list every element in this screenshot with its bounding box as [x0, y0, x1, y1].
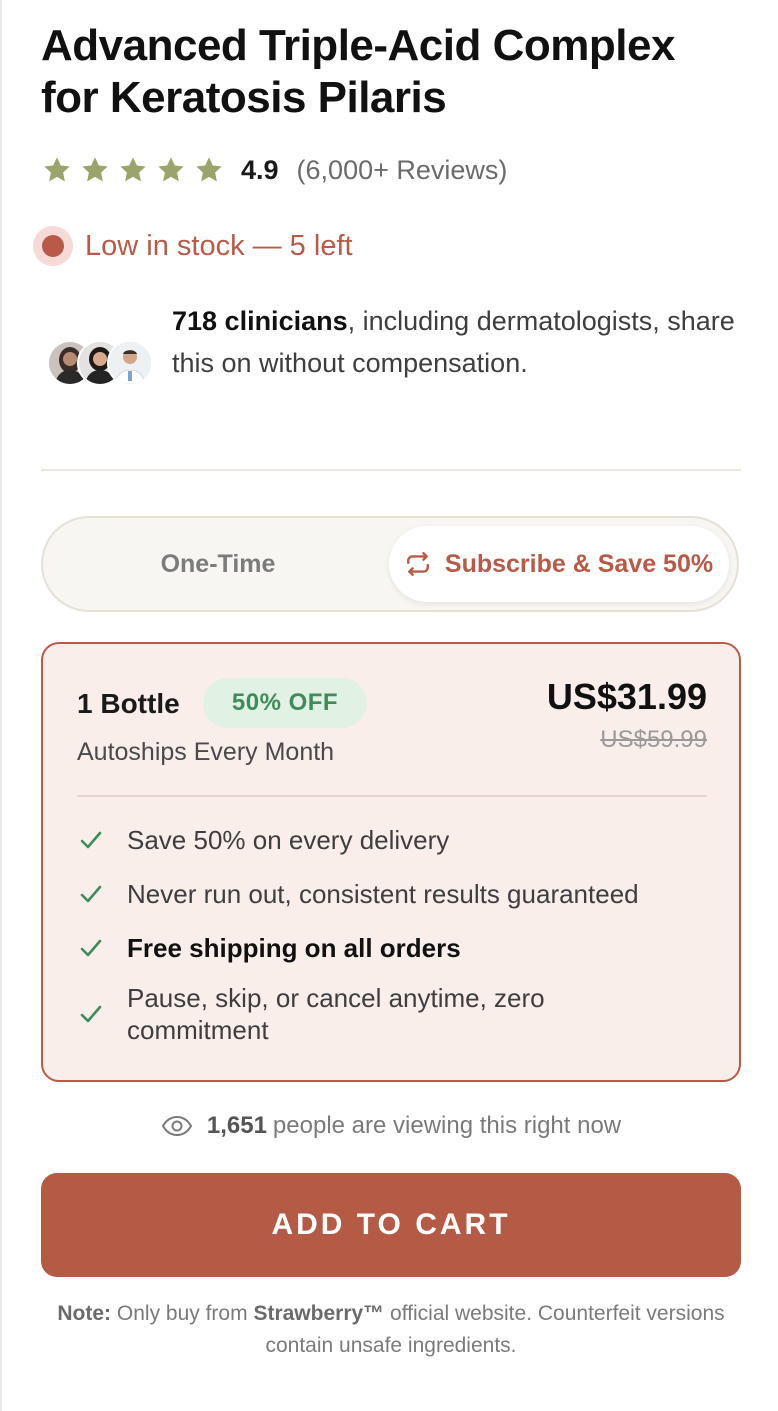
check-icon	[80, 939, 102, 957]
benefit-item: Never run out, consistent results guaran…	[77, 878, 717, 910]
repeat-icon	[406, 551, 429, 577]
star-icon	[82, 157, 108, 182]
counterfeit-note: Note: Only buy from Strawberry™ official…	[41, 1298, 741, 1362]
subscription-plan-card[interactable]: 1 Bottle 50% OFF Autoships Every Month U…	[41, 642, 741, 1082]
benefit-text: Pause, skip, or cancel anytime, zero com…	[127, 983, 545, 1045]
star-icon	[44, 157, 70, 182]
stock-dot-icon	[33, 226, 73, 266]
benefit-item: Pause, skip, or cancel anytime, zero com…	[77, 982, 647, 1046]
rating-row[interactable]: 4.9 (6,000+ Reviews)	[41, 152, 507, 188]
purchase-type-toggle: One-Time Subscribe & Save 50%	[41, 516, 739, 612]
clinician-count: 718 clinicians	[172, 306, 348, 336]
benefit-item: Save 50% on every delivery	[77, 824, 717, 856]
viewer-count: 1,651	[206, 1112, 267, 1139]
left-border	[0, 0, 2, 1411]
stock-status-text: Low in stock — 5 left	[85, 229, 353, 262]
plan-price: US$31.99	[546, 676, 707, 717]
clinician-avatars	[47, 340, 155, 386]
product-title: Advanced Triple-Acid Complex for Keratos…	[41, 21, 675, 122]
check-icon	[80, 831, 102, 849]
live-viewers: 1,651 people are viewing this right now	[41, 1106, 741, 1146]
note-label: Note:	[57, 1302, 112, 1325]
clinician-endorsement-text: 718 clinicians, including dermatologists…	[172, 300, 742, 384]
star-icon	[158, 157, 184, 182]
brand-name: Strawberry™	[253, 1302, 385, 1325]
check-icon	[80, 885, 102, 903]
one-time-option[interactable]: One-Time	[43, 518, 393, 610]
viewer-text: people are viewing this right now	[272, 1112, 622, 1139]
rating-score: 4.9	[241, 154, 279, 185]
check-icon	[80, 1005, 102, 1023]
note-text-before: Only buy from	[116, 1302, 248, 1325]
subscribe-option[interactable]: Subscribe & Save 50%	[389, 526, 729, 602]
stock-indicator: Low in stock — 5 left	[33, 226, 353, 266]
add-to-cart-button[interactable]: ADD TO CART	[41, 1173, 741, 1277]
eye-icon	[161, 1115, 193, 1137]
subscribe-option-label: Subscribe & Save 50%	[444, 549, 714, 578]
plan-name: 1 Bottle	[77, 688, 180, 719]
plan-divider	[77, 795, 707, 797]
section-divider	[41, 469, 741, 471]
benefit-text: Never run out, consistent results guaran…	[127, 879, 639, 909]
plan-frequency: Autoships Every Month	[77, 738, 335, 766]
discount-badge: 50% OFF	[203, 678, 367, 728]
avatar	[107, 340, 153, 386]
benefit-text: Save 50% on every delivery	[127, 825, 450, 855]
star-icon	[120, 157, 146, 182]
star-icon	[196, 157, 222, 182]
star-rating	[41, 154, 225, 186]
benefit-item: Free shipping on all orders	[77, 932, 717, 964]
benefit-text: Free shipping on all orders	[127, 933, 461, 963]
review-count-link[interactable]: (6,000+ Reviews)	[297, 155, 508, 186]
clinician-endorsement: 718 clinicians, including dermatologists…	[41, 300, 741, 390]
benefit-list: Save 50% on every delivery Never run out…	[77, 824, 717, 1046]
plan-original-price: US$59.99	[600, 726, 707, 753]
